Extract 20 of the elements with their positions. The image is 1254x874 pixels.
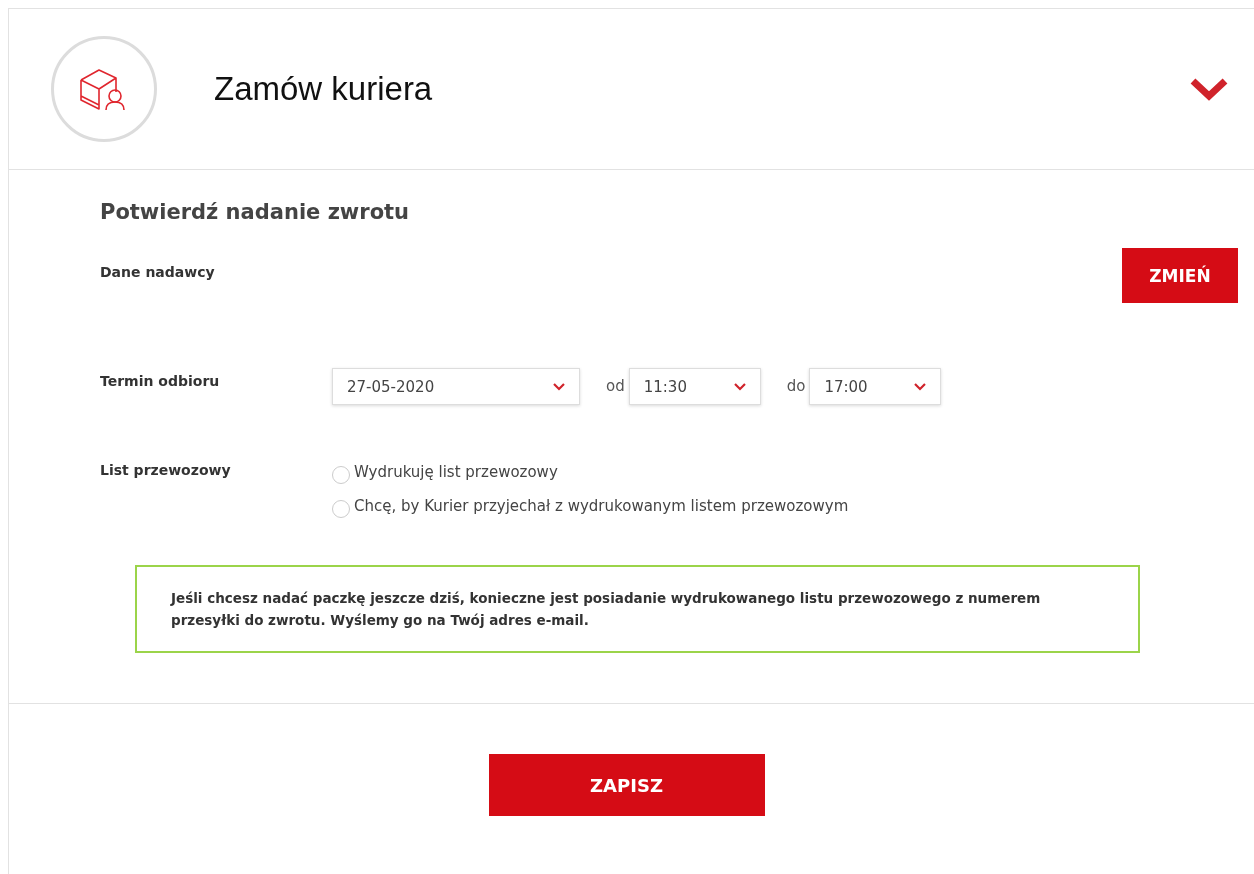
field-label: Dane nadawcy <box>100 264 216 282</box>
caret-icon <box>553 382 565 391</box>
dropdown[interactable]: 17:00 <box>809 368 942 405</box>
save-button[interactable]: ZAPISZ <box>488 754 765 816</box>
option-label[interactable]: Chcę, by Kurier przyjechał z wydrukowanym listem przewozowym <box>354 497 849 515</box>
dropdown[interactable]: 11:30 <box>628 368 761 405</box>
dropdown[interactable]: 27-05-2020 <box>332 368 580 405</box>
change-button[interactable]: ZMIEŃ <box>1122 248 1238 303</box>
notice-text: Jeśli chcesz nadać paczkę jeszcze dziś, konieczne jest posiadanie wydrukowanego listu przewozowego z numerem przesyłki do zwrotu. Wyślemy go na Twój adres e-mail. <box>171 589 1042 630</box>
to-label: do <box>786 376 806 397</box>
caret-icon <box>914 382 927 391</box>
caret-icon <box>733 382 746 391</box>
courier-icon <box>51 36 157 142</box>
option-label[interactable]: Wydrukuję list przewozowy <box>354 463 558 481</box>
card-title: Zamów kuriera <box>214 70 434 108</box>
section-heading: Potwierdź nadanie zwrotu <box>100 200 411 224</box>
chevron-down-icon[interactable] <box>1190 77 1228 101</box>
field-label: List przewozowy <box>100 462 232 480</box>
from-label: od <box>606 376 625 397</box>
field-label: Termin odbioru <box>100 373 221 389</box>
